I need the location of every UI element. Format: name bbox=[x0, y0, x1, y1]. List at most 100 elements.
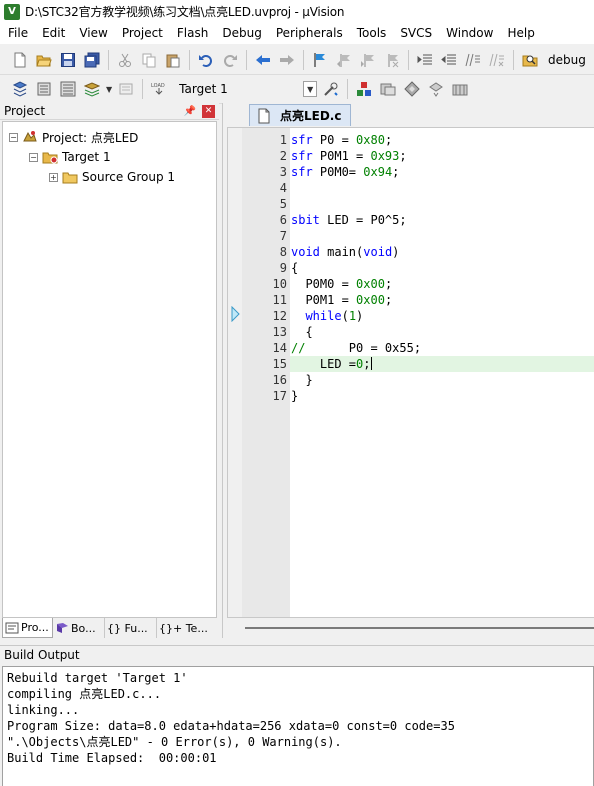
translate-icon[interactable] bbox=[9, 78, 31, 100]
code-line[interactable]: while(1) bbox=[291, 308, 363, 324]
uncomment-icon[interactable] bbox=[486, 49, 508, 71]
build-output-text[interactable]: Rebuild target 'Target 1' compiling 点亮LED… bbox=[2, 666, 594, 786]
project-panel-header: Project 📌 ✕ bbox=[0, 103, 219, 120]
code-line[interactable]: sfr P0M0= 0x94; bbox=[291, 164, 399, 180]
c-file-icon bbox=[258, 108, 270, 123]
menu-debug[interactable]: Debug bbox=[214, 23, 267, 44]
navigate-forward-icon[interactable] bbox=[276, 49, 298, 71]
code-line[interactable]: void main(void) bbox=[291, 244, 399, 260]
build-output-line: Build Time Elapsed: 00:00:01 bbox=[7, 751, 217, 765]
debug-configuration-label[interactable]: debug bbox=[548, 53, 586, 67]
file-tab[interactable]: 点亮LED.c bbox=[249, 104, 351, 126]
chevron-down-icon[interactable]: ▼ bbox=[106, 85, 112, 94]
line-number: 1 bbox=[279, 133, 287, 147]
pin-icon[interactable]: 📌 bbox=[184, 106, 196, 117]
redo-icon[interactable] bbox=[219, 49, 241, 71]
scrollbar-thumb[interactable] bbox=[245, 627, 594, 629]
manage-components-icon[interactable] bbox=[353, 78, 375, 100]
collapse-icon[interactable]: − bbox=[9, 132, 18, 142]
project-icon bbox=[23, 131, 37, 142]
menu-view[interactable]: View bbox=[71, 23, 113, 44]
editor-margin[interactable] bbox=[228, 128, 242, 617]
tab-functions[interactable]: {} Fu... bbox=[105, 618, 157, 638]
code-line[interactable]: P0M1 = 0x00; bbox=[291, 292, 392, 308]
tab-project[interactable]: Pro... bbox=[2, 618, 53, 638]
unindent-icon[interactable] bbox=[438, 49, 460, 71]
undo-icon[interactable] bbox=[195, 49, 217, 71]
current-code-line[interactable]: LED =0; bbox=[290, 356, 594, 372]
code-token: sfr bbox=[291, 149, 313, 163]
code-token: 0x80 bbox=[356, 133, 385, 147]
indent-icon[interactable] bbox=[414, 49, 436, 71]
chevron-down-icon[interactable]: ▼ bbox=[303, 81, 318, 97]
menu-edit[interactable]: Edit bbox=[34, 23, 71, 44]
close-icon[interactable]: ✕ bbox=[202, 104, 215, 118]
build-toolbar: ▼ LOAD Target 1 ▼ bbox=[0, 75, 594, 104]
menu-tools[interactable]: Tools bbox=[349, 23, 393, 44]
copy-icon[interactable] bbox=[138, 49, 160, 71]
paste-icon[interactable] bbox=[162, 49, 184, 71]
code-line[interactable]: { bbox=[291, 324, 312, 340]
new-file-icon[interactable] bbox=[9, 49, 31, 71]
collapse-icon[interactable]: − bbox=[29, 152, 38, 162]
comment-icon[interactable] bbox=[462, 49, 484, 71]
save-icon[interactable] bbox=[57, 49, 79, 71]
toolbar-separator bbox=[246, 50, 247, 70]
menu-svcs[interactable]: SVCS bbox=[392, 23, 438, 44]
code-token: 0x94 bbox=[363, 165, 393, 179]
tab-books[interactable]: Bo... bbox=[53, 618, 105, 638]
bookmark-icon[interactable] bbox=[309, 49, 331, 71]
rebuild-icon[interactable] bbox=[57, 78, 79, 100]
menu-project[interactable]: Project bbox=[114, 23, 169, 44]
code-line[interactable]: { bbox=[291, 260, 298, 276]
code-line[interactable]: } bbox=[291, 388, 298, 404]
select-packs-icon[interactable] bbox=[377, 78, 399, 100]
line-number: 11 bbox=[272, 293, 287, 307]
code-token: ; bbox=[384, 293, 393, 307]
code-line[interactable]: sfr P0 = 0x80; bbox=[291, 132, 392, 148]
navigate-back-icon[interactable] bbox=[252, 49, 274, 71]
folder-icon bbox=[62, 172, 78, 184]
code-token: 1 bbox=[348, 309, 357, 323]
code-editor[interactable]: 1 2 3 4 5 6 7 8 9 10 11 12 13 14 15 16 17 sfr P0 = 0x80;… bbox=[227, 127, 594, 618]
pack-installer-icon[interactable] bbox=[401, 78, 423, 100]
code-line[interactable]: sbit LED = P0^5; bbox=[291, 212, 407, 228]
open-folder-icon[interactable] bbox=[33, 49, 55, 71]
code-token: P0M0 = bbox=[291, 277, 357, 291]
code-token: P0 = bbox=[312, 133, 357, 147]
tree-item-target[interactable]: − Target 1 bbox=[29, 148, 111, 166]
tab-templates[interactable]: {}+ Te... bbox=[157, 618, 215, 638]
code-lines[interactable]: sfr P0 = 0x80; sfr P0M1 = 0x93; sfr P0M0= … bbox=[290, 128, 594, 617]
menu-window[interactable]: Window bbox=[438, 23, 499, 44]
code-line[interactable]: sfr P0M1 = 0x93; bbox=[291, 148, 407, 164]
target-options-icon[interactable] bbox=[320, 78, 342, 100]
menu-help[interactable]: Help bbox=[499, 23, 540, 44]
target-select[interactable]: Target 1 ▼ bbox=[175, 79, 319, 99]
next-bookmark-icon[interactable] bbox=[357, 49, 379, 71]
tree-item-project[interactable]: − Project: 点亮LED bbox=[9, 128, 138, 146]
clear-bookmarks-icon[interactable] bbox=[381, 49, 403, 71]
code-line[interactable]: // P0 = 0x55; bbox=[291, 340, 421, 356]
code-token: P0M0= bbox=[312, 165, 364, 179]
cut-icon[interactable] bbox=[114, 49, 136, 71]
stop-build-icon[interactable] bbox=[115, 78, 137, 100]
books-icon[interactable] bbox=[449, 78, 471, 100]
code-line[interactable]: P0M0 = 0x00; bbox=[291, 276, 392, 292]
build-output-line: Program Size: data=8.0 edata+hdata=256 x… bbox=[7, 719, 455, 733]
line-number: 12 bbox=[272, 309, 287, 323]
code-line[interactable]: } bbox=[291, 372, 312, 388]
menu-peripherals[interactable]: Peripherals bbox=[268, 23, 349, 44]
build-icon[interactable] bbox=[33, 78, 55, 100]
menu-file[interactable]: File bbox=[0, 23, 34, 44]
save-all-icon[interactable] bbox=[81, 49, 103, 71]
tree-item-source-group[interactable]: + Source Group 1 bbox=[49, 168, 175, 186]
prev-bookmark-icon[interactable] bbox=[333, 49, 355, 71]
menu-flash[interactable]: Flash bbox=[169, 23, 214, 44]
horizontal-scrollbar[interactable] bbox=[227, 618, 594, 638]
download-icon[interactable]: LOAD bbox=[148, 78, 170, 100]
expand-icon[interactable]: + bbox=[49, 172, 58, 182]
code-token: void bbox=[363, 245, 393, 259]
find-in-files-icon[interactable] bbox=[519, 49, 541, 71]
batch-build-icon[interactable] bbox=[81, 78, 103, 100]
copy-config-icon[interactable] bbox=[425, 78, 447, 100]
